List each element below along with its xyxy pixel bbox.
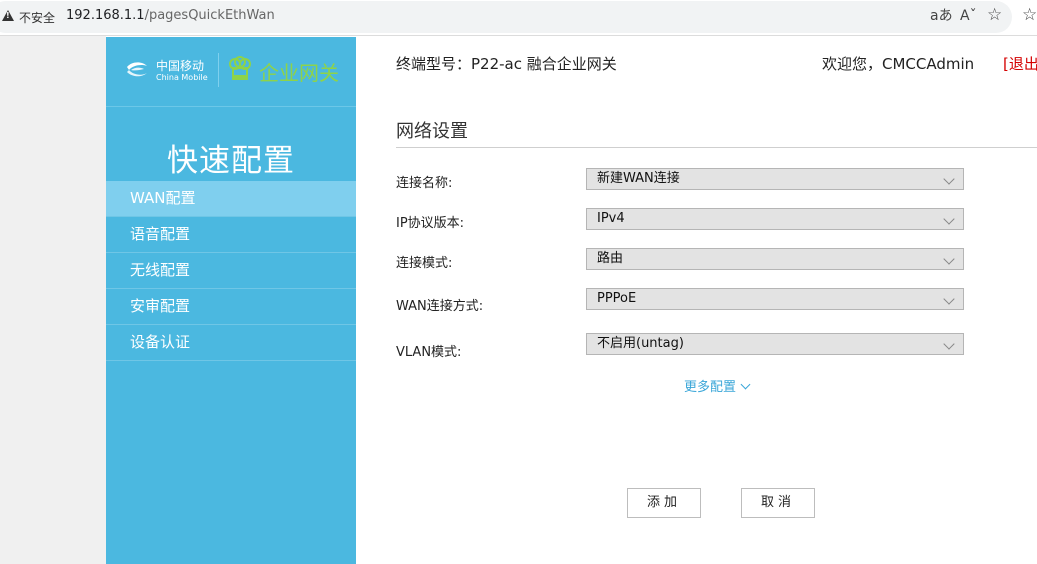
favorites-list-icon[interactable]: ☆ [1022, 6, 1037, 24]
read-aloud-icon[interactable]: aあ [930, 7, 953, 25]
brand-name-cn: 中国移动 [156, 59, 205, 73]
more-config-toggle[interactable]: 更多配置 [684, 376, 751, 395]
chevron-down-icon [943, 293, 955, 305]
logo-divider [218, 53, 219, 87]
sidebar-item-wan[interactable]: WAN配置 [106, 181, 356, 217]
vlan-mode-select[interactable]: 不启用(untag) [586, 333, 964, 355]
favorite-star-icon[interactable]: ☆ [987, 6, 1002, 24]
product-name: 企业网关 [259, 61, 339, 85]
add-button[interactable]: 添加 [627, 488, 701, 518]
wan-type-select[interactable]: PPPoE [586, 288, 964, 310]
sidebar-item-wireless[interactable]: 无线配置 [106, 253, 356, 289]
china-mobile-logo-icon [127, 62, 147, 77]
connection-name-label: 连接名称: [396, 176, 453, 191]
url-host: 192.168.1.1 [66, 8, 145, 23]
chevron-down-icon [943, 213, 955, 225]
wan-type-value: PPPoE [597, 291, 637, 306]
chevron-down-icon [943, 173, 955, 185]
section-title: 网络设置 [396, 121, 468, 142]
page-gutter [0, 36, 106, 564]
sidebar-item-security-audit[interactable]: 安审配置 [106, 289, 356, 325]
connection-mode-value: 路由 [597, 251, 624, 266]
welcome-text: 欢迎您，CMCCAdmin [822, 55, 975, 73]
sidebar-item-voice[interactable]: 语音配置 [106, 217, 356, 253]
more-config-label: 更多配置 [684, 380, 737, 395]
cancel-button[interactable]: 取消 [741, 488, 815, 518]
brand-name-en: China Mobile [156, 73, 208, 82]
gateway-chef-icon [229, 56, 251, 80]
ip-version-label: IP协议版本: [396, 216, 465, 231]
wan-type-label: WAN连接方式: [396, 299, 484, 314]
sidebar-menu: WAN配置 语音配置 无线配置 安审配置 设备认证 [106, 181, 356, 361]
connection-mode-label: 连接模式: [396, 256, 453, 271]
section-divider [396, 147, 1037, 148]
url-text[interactable]: 192.168.1.1/pagesQuickEthWan [66, 8, 275, 23]
logo-area: 中国移动 China Mobile 企业网关 [106, 37, 356, 107]
vlan-mode-value: 不启用(untag) [597, 336, 684, 351]
sidebar: 中国移动 China Mobile 企业网关 快速配置 WAN配置 语音配置 无… [106, 37, 356, 564]
connection-name-select[interactable]: 新建WAN连接 [586, 168, 964, 190]
chevron-down-icon [943, 338, 955, 350]
sidebar-title: 快速配置 [167, 143, 295, 179]
chevron-down-icon [943, 253, 955, 265]
warning-icon[interactable] [2, 10, 14, 21]
connection-name-value: 新建WAN连接 [597, 171, 680, 186]
browser-address-bar: 不安全 192.168.1.1/pagesQuickEthWan aあ Aˇ ☆… [0, 0, 1037, 36]
logout-link[interactable]: [退出] [1003, 53, 1037, 74]
text-size-icon[interactable]: Aˇ [960, 7, 977, 25]
ip-version-value: IPv4 [597, 211, 625, 226]
url-path: /pagesQuickEthWan [144, 8, 275, 23]
ip-version-select[interactable]: IPv4 [586, 208, 964, 230]
device-model: 终端型号：P22-ac 融合企业网关 [396, 55, 617, 73]
vlan-mode-label: VLAN模式: [396, 345, 462, 360]
sidebar-item-device-auth[interactable]: 设备认证 [106, 325, 356, 361]
security-indicator[interactable]: 不安全 [19, 9, 55, 26]
chevron-down-icon [740, 379, 751, 390]
connection-mode-select[interactable]: 路由 [586, 248, 964, 270]
